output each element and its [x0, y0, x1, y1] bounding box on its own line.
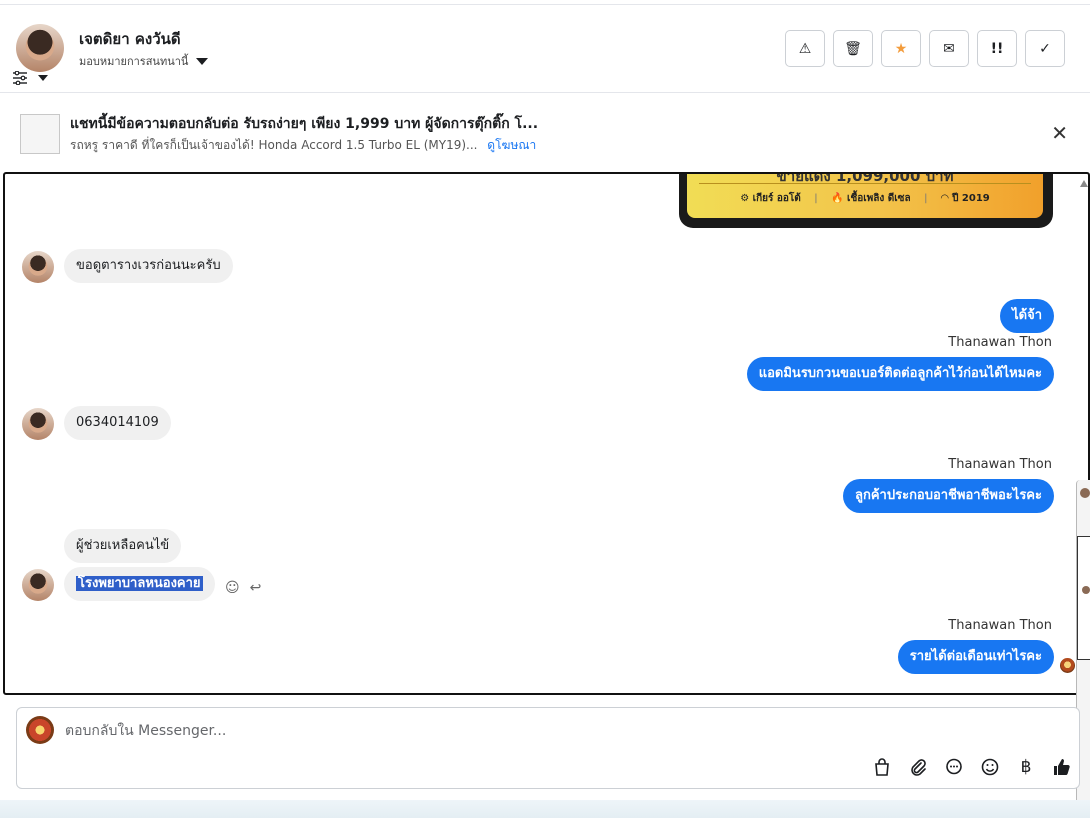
gear-spec: ⚙ เกียร์ ออโต้ — [740, 193, 801, 204]
incoming-message[interactable]: 0634014109 — [64, 406, 171, 440]
sender-name: Thanawan Thon — [948, 618, 1052, 633]
mark-unread-button[interactable]: ✉ — [929, 30, 969, 67]
selected-text: โรงพยาบาลหนองคาย — [76, 576, 203, 591]
side-avatar — [1080, 488, 1090, 498]
contact-avatar[interactable] — [16, 24, 64, 72]
contact-name: เจตดิยา คงวันดี — [79, 30, 181, 48]
ad-description: รถหรู ราคาดี ที่ใครก็เป็นเจ้าของได้! Hon… — [70, 138, 478, 152]
incoming-message[interactable]: ขอดูตารางเวรก่อนนะครับ — [64, 249, 233, 283]
car-price: ขายแดง 1,099,000 บาท — [776, 172, 954, 185]
ad-thumbnail[interactable] — [20, 114, 60, 154]
shopping-bag-icon[interactable] — [871, 756, 893, 778]
emoji-reaction-icon[interactable]: ☺ — [225, 580, 240, 596]
contact-avatar-small[interactable] — [22, 408, 54, 440]
ad-reference-banner: แชทนี้มีข้อความตอบกลับต่อ รับรถง่ายๆ เพี… — [0, 93, 1090, 171]
composer-tools: ฿ — [871, 756, 1073, 778]
message-thread[interactable]: ขายแดง 1,099,000 บาท ⚙ เกียร์ ออโต้ | 🔥 … — [3, 172, 1090, 695]
car-specs: ⚙ เกียร์ ออโต้ | 🔥 เชื้อเพลิง ดีเซล | ◠ … — [687, 191, 1043, 206]
outgoing-message[interactable]: รายได้ต่อเดือนเท่าไรคะ — [897, 640, 1054, 674]
close-icon[interactable]: ✕ — [1051, 123, 1068, 143]
star-button[interactable]: ★ — [881, 30, 921, 67]
side-avatar — [1082, 586, 1090, 594]
scroll-up-arrow-icon[interactable] — [1080, 180, 1088, 187]
star-icon: ★ — [894, 40, 908, 57]
warning-icon: ⚠ — [798, 40, 812, 57]
mark-done-button[interactable]: ✓ — [1025, 30, 1065, 67]
sender-name: Thanawan Thon — [948, 335, 1052, 350]
conversation-actions: ⚠ 🗑 ★ ✉ !! ✓ — [785, 30, 1065, 67]
assign-label: มอบหมายการสนทนานี้ — [79, 55, 189, 68]
assign-conversation-dropdown[interactable]: มอบหมายการสนทนานี้ — [79, 52, 209, 70]
outgoing-message[interactable]: แอดมินรบกวนขอเบอร์ติดต่อลูกค้าไว้ก่อนได้… — [746, 357, 1054, 391]
fuel-spec: 🔥 เชื้อเพลิง ดีเซล — [831, 193, 911, 204]
chevron-down-icon — [196, 57, 209, 65]
check-icon: ✓ — [1039, 40, 1051, 57]
outgoing-message[interactable]: ลูกค้าประกอบอาชีพอาชีพอะไรคะ — [843, 479, 1054, 513]
car-listing-card-body: ขายแดง 1,099,000 บาท ⚙ เกียร์ ออโต้ | 🔥 … — [687, 172, 1043, 218]
incoming-message-selected[interactable]: โรงพยาบาลหนองคาย — [64, 567, 215, 601]
view-ad-link[interactable]: ดูโฆษณา — [487, 138, 536, 152]
delete-button[interactable]: 🗑 — [833, 30, 873, 67]
emoji-icon[interactable] — [979, 756, 1001, 778]
car-listing-card[interactable]: ขายแดง 1,099,000 บาท ⚙ เกียร์ ออโต้ | 🔥 … — [679, 172, 1053, 228]
saved-reply-icon[interactable] — [943, 756, 965, 778]
message-composer: ฿ — [16, 707, 1080, 789]
inbox-conversation: เจตดิยา คงวันดี มอบหมายการสนทนานี้ ⚠ 🗑 ★… — [0, 0, 1090, 818]
spam-button[interactable]: ⚠ — [785, 30, 825, 67]
message-actions: ☺ ↩ — [225, 580, 261, 596]
outgoing-message[interactable]: ได้จ้า — [1000, 299, 1054, 333]
spec-separator: | — [924, 193, 928, 204]
baht-payment-icon[interactable]: ฿ — [1015, 756, 1037, 778]
attachment-icon[interactable] — [907, 756, 929, 778]
envelope-icon: ✉ — [943, 40, 955, 57]
incoming-message[interactable]: ผู้ช่วยเหลือคนไข้ — [64, 529, 182, 563]
spec-separator: | — [814, 193, 818, 204]
contact-avatar-small[interactable] — [22, 569, 54, 601]
ad-title: แชทนี้มีข้อความตอบกลับต่อ รับรถง่ายๆ เพี… — [70, 116, 539, 132]
conversation-header: เจตดิยา คงวันดี มอบหมายการสนทนานี้ ⚠ 🗑 ★… — [0, 4, 1090, 93]
contact-avatar-small[interactable] — [22, 251, 54, 283]
ad-subtitle: รถหรู ราคาดี ที่ใครก็เป็นเจ้าของได้! Hon… — [70, 136, 536, 155]
card-divider — [699, 183, 1031, 184]
thumbs-up-icon[interactable] — [1051, 756, 1073, 778]
follow-up-button[interactable]: !! — [977, 30, 1017, 67]
trash-icon: 🗑 — [844, 40, 862, 57]
year-spec: ◠ ปี 2019 — [940, 193, 990, 204]
reply-icon[interactable]: ↩ — [250, 580, 262, 596]
filter-icon[interactable] — [12, 71, 28, 85]
bottom-strip — [0, 800, 1090, 818]
side-box — [1077, 536, 1090, 660]
exclamation-icon: !! — [990, 40, 1004, 57]
page-avatar — [26, 716, 54, 744]
chevron-down-icon[interactable] — [38, 75, 48, 81]
seen-avatar — [1060, 658, 1075, 673]
reply-input[interactable] — [65, 720, 965, 742]
sender-name: Thanawan Thon — [948, 457, 1052, 472]
